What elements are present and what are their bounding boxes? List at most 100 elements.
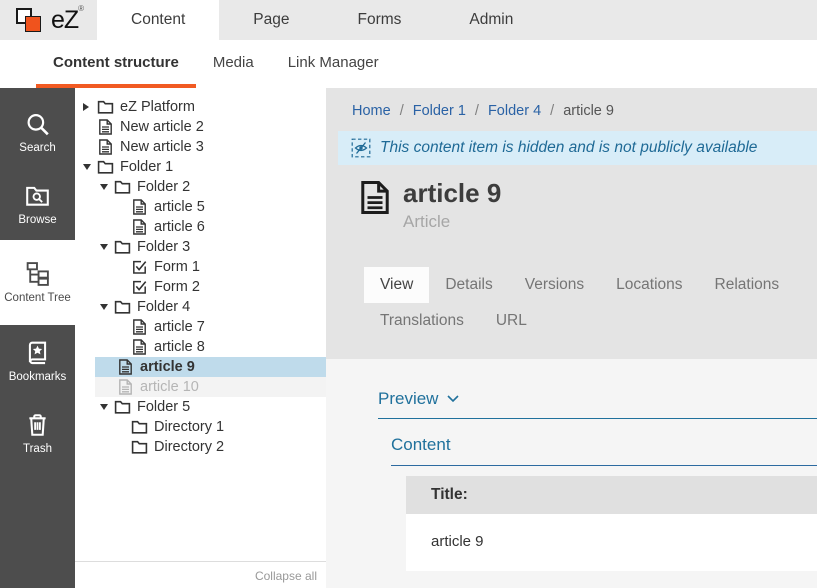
sidebar-item-bookmarks[interactable]: Bookmarks (0, 325, 75, 397)
field-value: article 9 (406, 514, 817, 571)
tree-item-article-8[interactable]: article 8 (75, 337, 326, 357)
chevron-down-icon[interactable] (100, 184, 114, 190)
folder-icon (114, 399, 131, 415)
folder-icon (114, 239, 131, 255)
article-icon (131, 219, 148, 235)
top-nav: eZ® Content Page Forms Admin (0, 0, 817, 40)
form-icon (131, 279, 148, 295)
tree-item-article-9-selected[interactable]: article 9 (95, 357, 326, 377)
article-icon (97, 139, 114, 155)
content-type-label: Article (403, 212, 501, 232)
tree-item-label: Form 1 (154, 259, 200, 275)
tree-item-label: Directory 2 (154, 439, 224, 455)
registered-mark: ® (78, 4, 83, 13)
collapse-all-button[interactable]: Collapse all (75, 561, 326, 588)
tree-item-label: article 5 (154, 199, 205, 215)
tree-item-folder-3[interactable]: Folder 3 (75, 237, 326, 257)
article-icon (117, 359, 134, 375)
view-tab-body: Preview Content Title: article 9 (326, 359, 817, 571)
tree-item-article-6[interactable]: article 6 (75, 217, 326, 237)
tree-item-label: article 7 (154, 319, 205, 335)
chevron-down-icon[interactable] (83, 164, 97, 170)
search-icon (24, 111, 51, 137)
nav-tab-page[interactable]: Page (219, 0, 323, 40)
ez-logo[interactable]: eZ® (0, 0, 97, 40)
breadcrumb-link-home[interactable]: Home (352, 103, 391, 119)
content-tree-panel: eZ Platform New article 2 New article 3 … (75, 88, 326, 588)
tree-item-new-article-2[interactable]: New article 2 (75, 117, 326, 137)
tab-view[interactable]: View (364, 267, 429, 303)
form-icon (131, 259, 148, 275)
folder-icon (97, 159, 114, 175)
tree-item-label: Folder 2 (137, 179, 190, 195)
content-tabs: View Details Versions Locations Relation… (364, 267, 809, 339)
subnav-tab-content-structure[interactable]: Content structure (36, 40, 196, 88)
tree-item-label: Form 2 (154, 279, 200, 295)
tree-item-folder-5[interactable]: Folder 5 (75, 397, 326, 417)
tree-item-article-7[interactable]: article 7 (75, 317, 326, 337)
chevron-down-icon[interactable] (100, 404, 114, 410)
tree-item-label: Folder 3 (137, 239, 190, 255)
tree-item-label: article 9 (140, 359, 195, 375)
sidebar-item-browse[interactable]: Browse (0, 168, 75, 240)
hidden-eye-icon (351, 138, 371, 158)
browse-icon (24, 183, 51, 209)
tab-url[interactable]: URL (480, 303, 543, 339)
tree-item-new-article-3[interactable]: New article 3 (75, 137, 326, 157)
ez-logo-icon (14, 5, 46, 35)
folder-icon (97, 99, 114, 115)
content-section-heading: Content (391, 435, 817, 466)
sidebar-item-search[interactable]: Search (0, 96, 75, 168)
field-name: Title: (406, 476, 817, 514)
sidebar-item-content-tree[interactable]: Content Tree (0, 240, 75, 325)
article-icon (131, 199, 148, 215)
nav-tab-content[interactable]: Content (97, 0, 219, 40)
tree-item-label: article 10 (140, 379, 199, 395)
tree-item-directory-2[interactable]: Directory 2 (75, 437, 326, 457)
subnav-tab-media[interactable]: Media (196, 40, 271, 88)
folder-icon (114, 299, 131, 315)
tree-item-article-5[interactable]: article 5 (75, 197, 326, 217)
tree-item-article-10-hidden[interactable]: article 10 (95, 377, 326, 397)
breadcrumb-link-folder-4[interactable]: Folder 4 (488, 103, 541, 119)
breadcrumb-separator: / (400, 103, 404, 119)
breadcrumb-current: article 9 (563, 103, 614, 119)
tree-item-label: article 8 (154, 339, 205, 355)
folder-icon (114, 179, 131, 195)
article-icon (360, 179, 390, 216)
sidebar-item-trash[interactable]: Trash (0, 397, 75, 469)
breadcrumb-link-folder-1[interactable]: Folder 1 (413, 103, 466, 119)
breadcrumb-separator: / (550, 103, 554, 119)
tab-versions[interactable]: Versions (509, 267, 600, 303)
tree-item-ez-platform[interactable]: eZ Platform (75, 97, 326, 117)
tree-item-label: Directory 1 (154, 419, 224, 435)
chevron-right-icon[interactable] (83, 103, 97, 111)
tab-relations[interactable]: Relations (699, 267, 796, 303)
article-icon (97, 119, 114, 135)
breadcrumb-separator: / (475, 103, 479, 119)
nav-tab-admin[interactable]: Admin (435, 0, 547, 40)
chevron-down-icon[interactable] (100, 304, 114, 310)
field-title: Title: article 9 (406, 476, 817, 571)
left-sidebar: Search Browse Content Tree Bookmarks Tra… (0, 88, 75, 588)
tab-locations[interactable]: Locations (600, 267, 698, 303)
logo-text: eZ® (51, 6, 83, 35)
sidebar-item-label: Browse (18, 214, 56, 226)
tree-item-label: article 6 (154, 219, 205, 235)
tree-item-label: New article 3 (120, 139, 204, 155)
tab-details[interactable]: Details (429, 267, 508, 303)
tree-item-folder-4[interactable]: Folder 4 (75, 297, 326, 317)
tree-item-label: eZ Platform (120, 99, 195, 115)
chevron-down-icon[interactable] (100, 244, 114, 250)
tree-item-label: Folder 1 (120, 159, 173, 175)
tree-item-form-1[interactable]: Form 1 (75, 257, 326, 277)
subnav-tab-link-manager[interactable]: Link Manager (271, 40, 396, 88)
tab-translations[interactable]: Translations (364, 303, 480, 339)
tree-item-directory-1[interactable]: Directory 1 (75, 417, 326, 437)
tree-item-folder-1[interactable]: Folder 1 (75, 157, 326, 177)
breadcrumb: Home / Folder 1 / Folder 4 / article 9 (326, 88, 817, 131)
tree-item-form-2[interactable]: Form 2 (75, 277, 326, 297)
preview-section-toggle[interactable]: Preview (378, 389, 817, 419)
tree-item-folder-2[interactable]: Folder 2 (75, 177, 326, 197)
nav-tab-forms[interactable]: Forms (324, 0, 436, 40)
